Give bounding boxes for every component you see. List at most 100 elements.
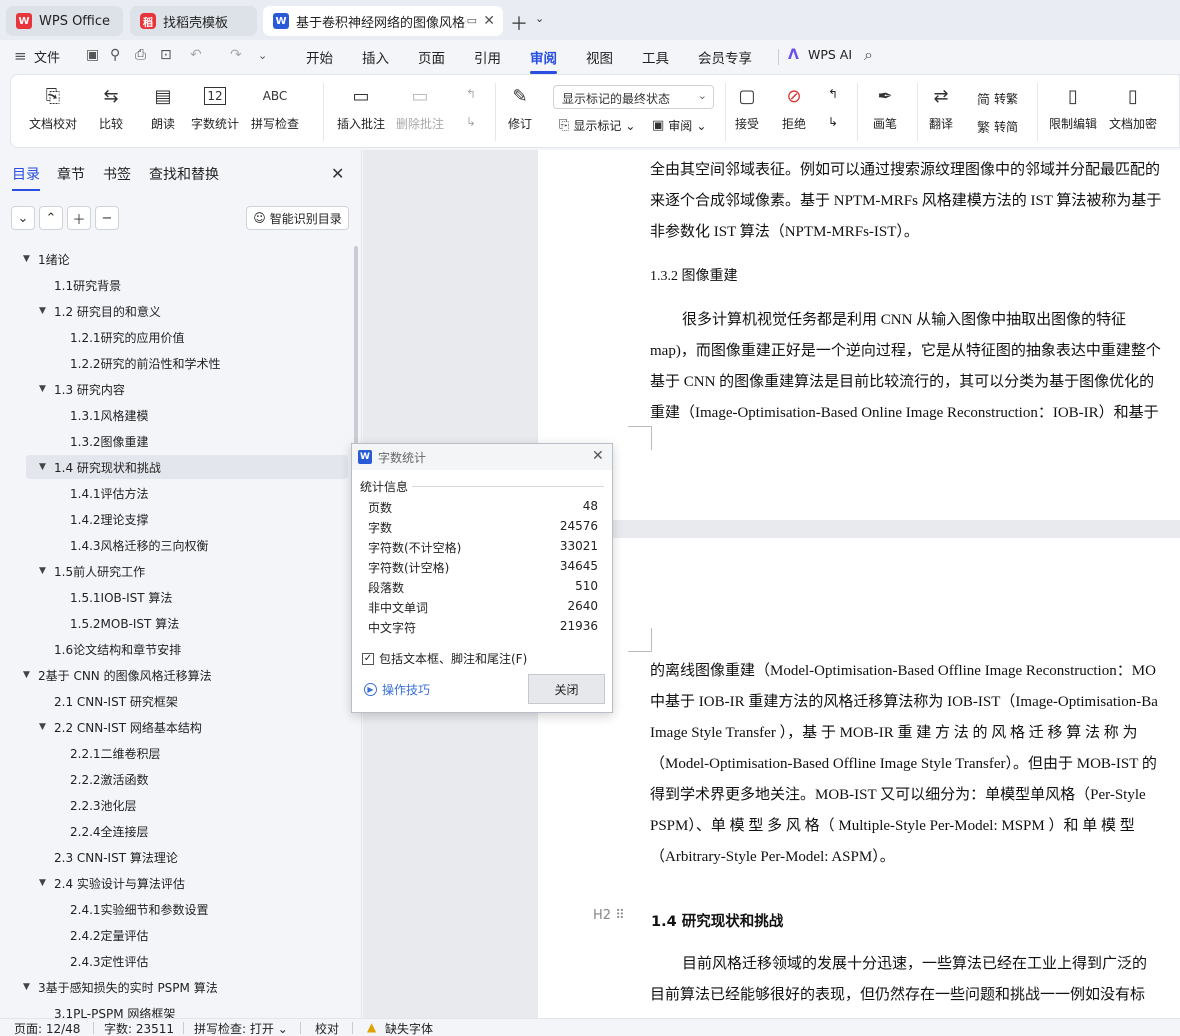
close-tab-icon[interactable]: ✕ <box>483 13 495 29</box>
reject-button[interactable]: ⊘ 拒绝 <box>782 83 806 132</box>
hamburger-icon[interactable]: ≡ <box>14 47 27 65</box>
toc-item[interactable]: 1.2.2研究的前沿性和学术性 <box>26 351 348 375</box>
nav-tab-find-replace[interactable]: 查找和替换 <box>149 164 219 184</box>
toc-item[interactable]: 1.4.3风格迁移的三向权衡 <box>26 533 348 557</box>
spell-check-button[interactable]: ABC 拼写检查 <box>251 83 299 132</box>
status-word-count[interactable]: 字数: 23511 <box>104 1020 174 1036</box>
drag-handle-icon[interactable]: ⠿ <box>615 908 625 923</box>
close-icon[interactable]: ✕ <box>331 164 344 183</box>
nav-tab-sections[interactable]: 章节 <box>57 164 85 184</box>
undo-icon[interactable]: ↶ <box>190 47 202 63</box>
chevron-down-icon[interactable]: ⌄ <box>258 49 267 62</box>
toc-item[interactable]: ▼ 3基于感知损失的实时 PSPM 算法 <box>23 975 348 999</box>
caret-down-icon[interactable]: ▼ <box>39 878 46 888</box>
toc-item[interactable]: 2.2.1二维卷积层 <box>26 741 348 765</box>
chevron-down-icon[interactable]: ⌄ <box>535 12 544 25</box>
next-comment-icon[interactable]: ↳ <box>466 115 476 129</box>
save-icon[interactable]: ▣ <box>86 47 99 63</box>
toc-item[interactable]: 2.2.3池化层 <box>26 793 348 817</box>
nav-tab-toc[interactable]: 目录 <box>12 164 40 191</box>
toc-item[interactable]: ▼ 2.4 实验设计与算法评估 <box>26 871 348 895</box>
doc-encrypt-button[interactable]: ▯ 文档加密 <box>1109 83 1157 132</box>
dialog-close-button[interactable]: 关闭 <box>528 674 605 704</box>
toc-item[interactable]: 2.4.3定性评估 <box>26 949 348 973</box>
collapse-all-icon[interactable]: ⌄ <box>11 206 35 230</box>
menu-tools[interactable]: 工具 <box>642 47 669 67</box>
toc-item[interactable]: ▼ 2.2 CNN-IST 网络基本结构 <box>26 715 348 739</box>
print-preview-icon[interactable]: ⊡ <box>160 47 172 63</box>
menu-page[interactable]: 页面 <box>418 47 445 67</box>
to-traditional-button[interactable]: 简 转繁 <box>977 89 1018 108</box>
redo-icon[interactable]: ↷ <box>230 47 242 63</box>
show-markup-button[interactable]: ⎘ 显示标记 ⌄ <box>559 117 635 134</box>
share-icon[interactable]: ⚲ <box>110 47 120 63</box>
menu-insert[interactable]: 插入 <box>362 47 389 67</box>
toc-item[interactable]: 2.2.4全连接层 <box>26 819 348 843</box>
print-icon[interactable]: ⎙ <box>135 47 146 63</box>
status-missing-font[interactable]: 缺失字体 <box>385 1020 433 1036</box>
caret-down-icon[interactable]: ▼ <box>23 670 30 680</box>
toc-item[interactable]: 1.5.2MOB-IST 算法 <box>26 611 348 635</box>
prev-comment-icon[interactable]: ↰ <box>466 87 476 101</box>
translate-button[interactable]: ⇄ 翻译 <box>929 83 953 132</box>
expand-up-icon[interactable]: ⌃ <box>39 206 63 230</box>
window-icon[interactable]: ▭ <box>467 14 477 27</box>
toc-item[interactable]: 2.4.2定量评估 <box>26 923 348 947</box>
caret-down-icon[interactable]: ▼ <box>39 566 46 576</box>
status-proof[interactable]: 校对 <box>315 1020 339 1036</box>
toc-item[interactable]: 2.3 CNN-IST 算法理论 <box>26 845 348 869</box>
caret-down-icon[interactable]: ▼ <box>23 982 30 992</box>
toc-item[interactable]: 1.5.1IOB-IST 算法 <box>26 585 348 609</box>
menu-member[interactable]: 会员专享 <box>698 47 752 67</box>
read-aloud-button[interactable]: ▤ 朗读 <box>151 83 175 132</box>
status-page[interactable]: 页面: 12/48 <box>14 1020 80 1036</box>
prev-change-icon[interactable]: ↰ <box>828 87 838 101</box>
tab-wps-office[interactable]: W WPS Office <box>6 6 123 36</box>
restrict-edit-button[interactable]: ▯ 限制编辑 <box>1049 83 1097 132</box>
remove-heading-icon[interactable]: − <box>95 206 119 230</box>
delete-comment-button[interactable]: ▭ 删除批注 <box>396 83 444 132</box>
menu-start[interactable]: 开始 <box>306 47 333 67</box>
toc-item[interactable]: 1.2.1研究的应用价值 <box>26 325 348 349</box>
insert-comment-button[interactable]: ▭ 插入批注 <box>337 83 385 132</box>
document-page[interactable]: 的离线图像重建（Model-Optimisation-Based Offline… <box>538 538 1180 1018</box>
checkbox-check-icon[interactable]: ✓ <box>362 652 374 665</box>
toc-item[interactable]: 2.2.2激活函数 <box>26 767 348 791</box>
search-icon[interactable]: ⌕ <box>864 45 873 65</box>
new-tab-icon[interactable]: ＋ <box>510 10 528 36</box>
menu-review[interactable]: 审阅 <box>530 47 557 74</box>
caret-down-icon[interactable]: ▼ <box>39 722 46 732</box>
include-textbox-checkbox[interactable]: ✓ 包括文本框、脚注和尾注(F) <box>362 650 527 667</box>
toc-item[interactable]: 1.3.2图像重建 <box>26 429 348 453</box>
toc-item[interactable]: ▼ 1.4 研究现状和挑战 <box>26 455 348 479</box>
caret-down-icon[interactable]: ▼ <box>39 462 46 472</box>
caret-down-icon[interactable]: ▼ <box>39 384 46 394</box>
toc-item[interactable]: 1.6论文结构和章节安排 <box>26 637 348 661</box>
word-count-button[interactable]: 12 字数统计 <box>191 83 239 132</box>
toc-item[interactable]: ▼ 2基于 CNN 的图像风格迁移算法 <box>23 663 348 687</box>
toc-item[interactable]: 1.4.1评估方法 <box>26 481 348 505</box>
heading-level-marker[interactable]: H2 ⠿ <box>593 908 625 923</box>
caret-down-icon[interactable]: ▼ <box>39 306 46 316</box>
toc-item[interactable]: ▼ 1绪论 <box>23 247 348 271</box>
toc-item[interactable]: 3.1PL-PSPM 网络框架 <box>26 1001 348 1019</box>
menu-wps-ai[interactable]: WPS AI <box>808 47 852 62</box>
menu-view[interactable]: 视图 <box>586 47 613 67</box>
nav-tab-bookmarks[interactable]: 书签 <box>103 164 131 184</box>
toc-item[interactable]: 2.1 CNN-IST 研究框架 <box>26 689 348 713</box>
toc-item[interactable]: 1.3.1风格建模 <box>26 403 348 427</box>
toc-item[interactable]: ▼ 1.5前人研究工作 <box>26 559 348 583</box>
markup-state-select[interactable]: 显示标记的最终状态 ⌄ <box>553 85 714 109</box>
accept-button[interactable]: ▢ 接受 <box>735 83 759 132</box>
smart-toc-button[interactable]: ☺ 智能识别目录 <box>246 206 349 230</box>
menu-references[interactable]: 引用 <box>474 47 501 67</box>
compare-button[interactable]: ⇆ 比较 <box>99 83 123 132</box>
toc-item[interactable]: ▼ 1.3 研究内容 <box>26 377 348 401</box>
toc-item[interactable]: 1.1研究背景 <box>26 273 348 297</box>
doc-check-button[interactable]: ⎘ 文档校对 <box>29 83 77 132</box>
close-icon[interactable]: ✕ <box>592 448 604 464</box>
track-changes-button[interactable]: ✎ 修订 <box>508 83 532 132</box>
pen-button[interactable]: ✒ 画笔 <box>873 83 897 132</box>
status-spell-check[interactable]: 拼写检查: 打开 ⌄ <box>194 1020 288 1036</box>
dialog-titlebar[interactable]: W 字数统计 <box>352 444 612 470</box>
